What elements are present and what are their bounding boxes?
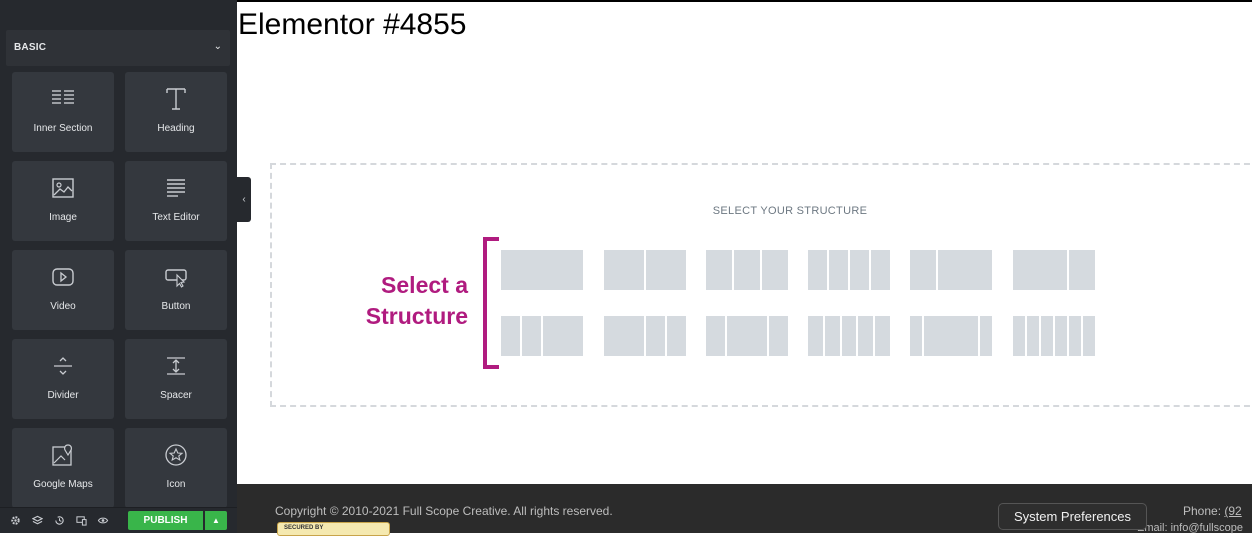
heading-icon — [125, 82, 227, 116]
responsive-mode-icon[interactable] — [74, 513, 88, 527]
widget-icon[interactable]: Icon — [125, 428, 227, 508]
copyright-text: Copyright © 2010-2021 Full Scope Creativ… — [275, 504, 613, 518]
navigator-layers-icon[interactable] — [30, 513, 44, 527]
annotation-line-2: Structure — [365, 303, 468, 329]
button-icon — [125, 260, 227, 294]
annotation-line-1: Select a — [381, 272, 468, 298]
category-header-basic[interactable]: BASIC ⌄ — [6, 30, 230, 66]
structure-heading: SELECT YOUR STRUCTURE — [712, 205, 868, 217]
structure-preset-20x5[interactable] — [808, 316, 890, 356]
structure-preset-33-33-33[interactable] — [706, 250, 788, 290]
publish-button[interactable]: PUBLISH — [128, 511, 203, 530]
category-title: BASIC — [14, 42, 47, 53]
panel-footer: PUBLISH ▲ — [0, 507, 237, 533]
widget-label: Text Editor — [152, 212, 200, 223]
structure-preset-100[interactable] — [501, 250, 583, 290]
secured-badge-label: SECURED BY — [284, 525, 324, 531]
widget-label: Spacer — [160, 390, 192, 401]
widget-button[interactable]: Button — [125, 250, 227, 330]
collapse-panel-toggle[interactable]: ‹ — [237, 177, 251, 222]
structure-preset-16-66-16[interactable] — [910, 316, 992, 356]
widget-inner-section[interactable]: Inner Section — [12, 72, 114, 152]
text-editor-icon — [125, 171, 227, 205]
history-icon[interactable] — [52, 513, 66, 527]
widget-divider[interactable]: Divider — [12, 339, 114, 419]
annotation-label: Select a Structure — [340, 270, 468, 332]
widget-label: Divider — [47, 390, 79, 401]
image-icon — [12, 171, 114, 205]
preview-eye-icon[interactable] — [96, 513, 110, 527]
star-icon — [125, 438, 227, 472]
phone-link[interactable]: (92 — [1224, 504, 1241, 518]
widget-label: Icon — [166, 479, 186, 490]
widget-label: Heading — [157, 123, 195, 134]
inner-section-icon — [12, 82, 114, 116]
structure-preset-25-50-25[interactable] — [706, 316, 788, 356]
widget-label: Button — [161, 301, 191, 312]
email-info[interactable]: Email: info@fullscope — [1137, 522, 1243, 534]
widget-image[interactable]: Image — [12, 161, 114, 241]
video-icon — [12, 260, 114, 294]
secured-badge: SECURED BY — [277, 522, 390, 536]
widget-google-maps[interactable]: Google Maps — [12, 428, 114, 508]
annotation-bracket — [483, 237, 499, 369]
structure-preset-50-50[interactable] — [604, 250, 686, 290]
spacer-icon — [125, 349, 227, 383]
widget-text-editor[interactable]: Text Editor — [125, 161, 227, 241]
phone-label: Phone: — [1183, 504, 1222, 518]
widget-label: Image — [49, 212, 77, 223]
widget-heading[interactable]: Heading — [125, 72, 227, 152]
structure-preset-50-25-25[interactable] — [604, 316, 686, 356]
widget-label: Google Maps — [33, 479, 93, 490]
phone-info: Phone: (92 — [1183, 504, 1242, 518]
system-preferences-tooltip: System Preferences — [998, 503, 1147, 530]
divider-icon — [12, 349, 114, 383]
chevron-down-icon: ⌄ — [213, 41, 222, 52]
chevron-left-icon: ‹ — [242, 194, 246, 205]
widget-label: Inner Section — [33, 123, 93, 134]
publish-options-caret-up-icon[interactable]: ▲ — [205, 511, 227, 530]
widget-video[interactable]: Video — [12, 250, 114, 330]
widget-spacer[interactable]: Spacer — [125, 339, 227, 419]
structure-preset-66-33[interactable] — [1013, 250, 1095, 290]
structure-preset-16x6[interactable] — [1013, 316, 1095, 356]
structure-preset-25-25-50[interactable] — [501, 316, 583, 356]
elementor-panel: BASIC ⌄ Inner Section Heading Image Text… — [0, 0, 237, 533]
structure-preset-25x4[interactable] — [808, 250, 890, 290]
settings-gear-icon[interactable] — [8, 513, 22, 527]
structure-preset-33-66[interactable] — [910, 250, 992, 290]
google-maps-icon — [12, 438, 114, 472]
widget-label: Video — [50, 301, 76, 312]
page-title: Elementor #4855 — [238, 8, 467, 41]
